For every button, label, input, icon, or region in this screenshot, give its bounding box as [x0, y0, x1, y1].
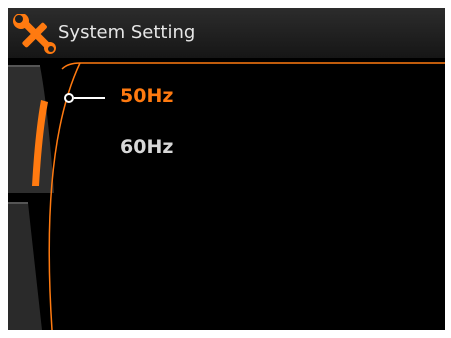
- system-setting-screen: System Setting 50Hz 60Hz: [8, 8, 445, 330]
- menu-item-60hz[interactable]: 60Hz: [120, 135, 173, 159]
- menu-item-50hz[interactable]: 50Hz: [120, 84, 173, 108]
- dial-decoration: [8, 62, 445, 330]
